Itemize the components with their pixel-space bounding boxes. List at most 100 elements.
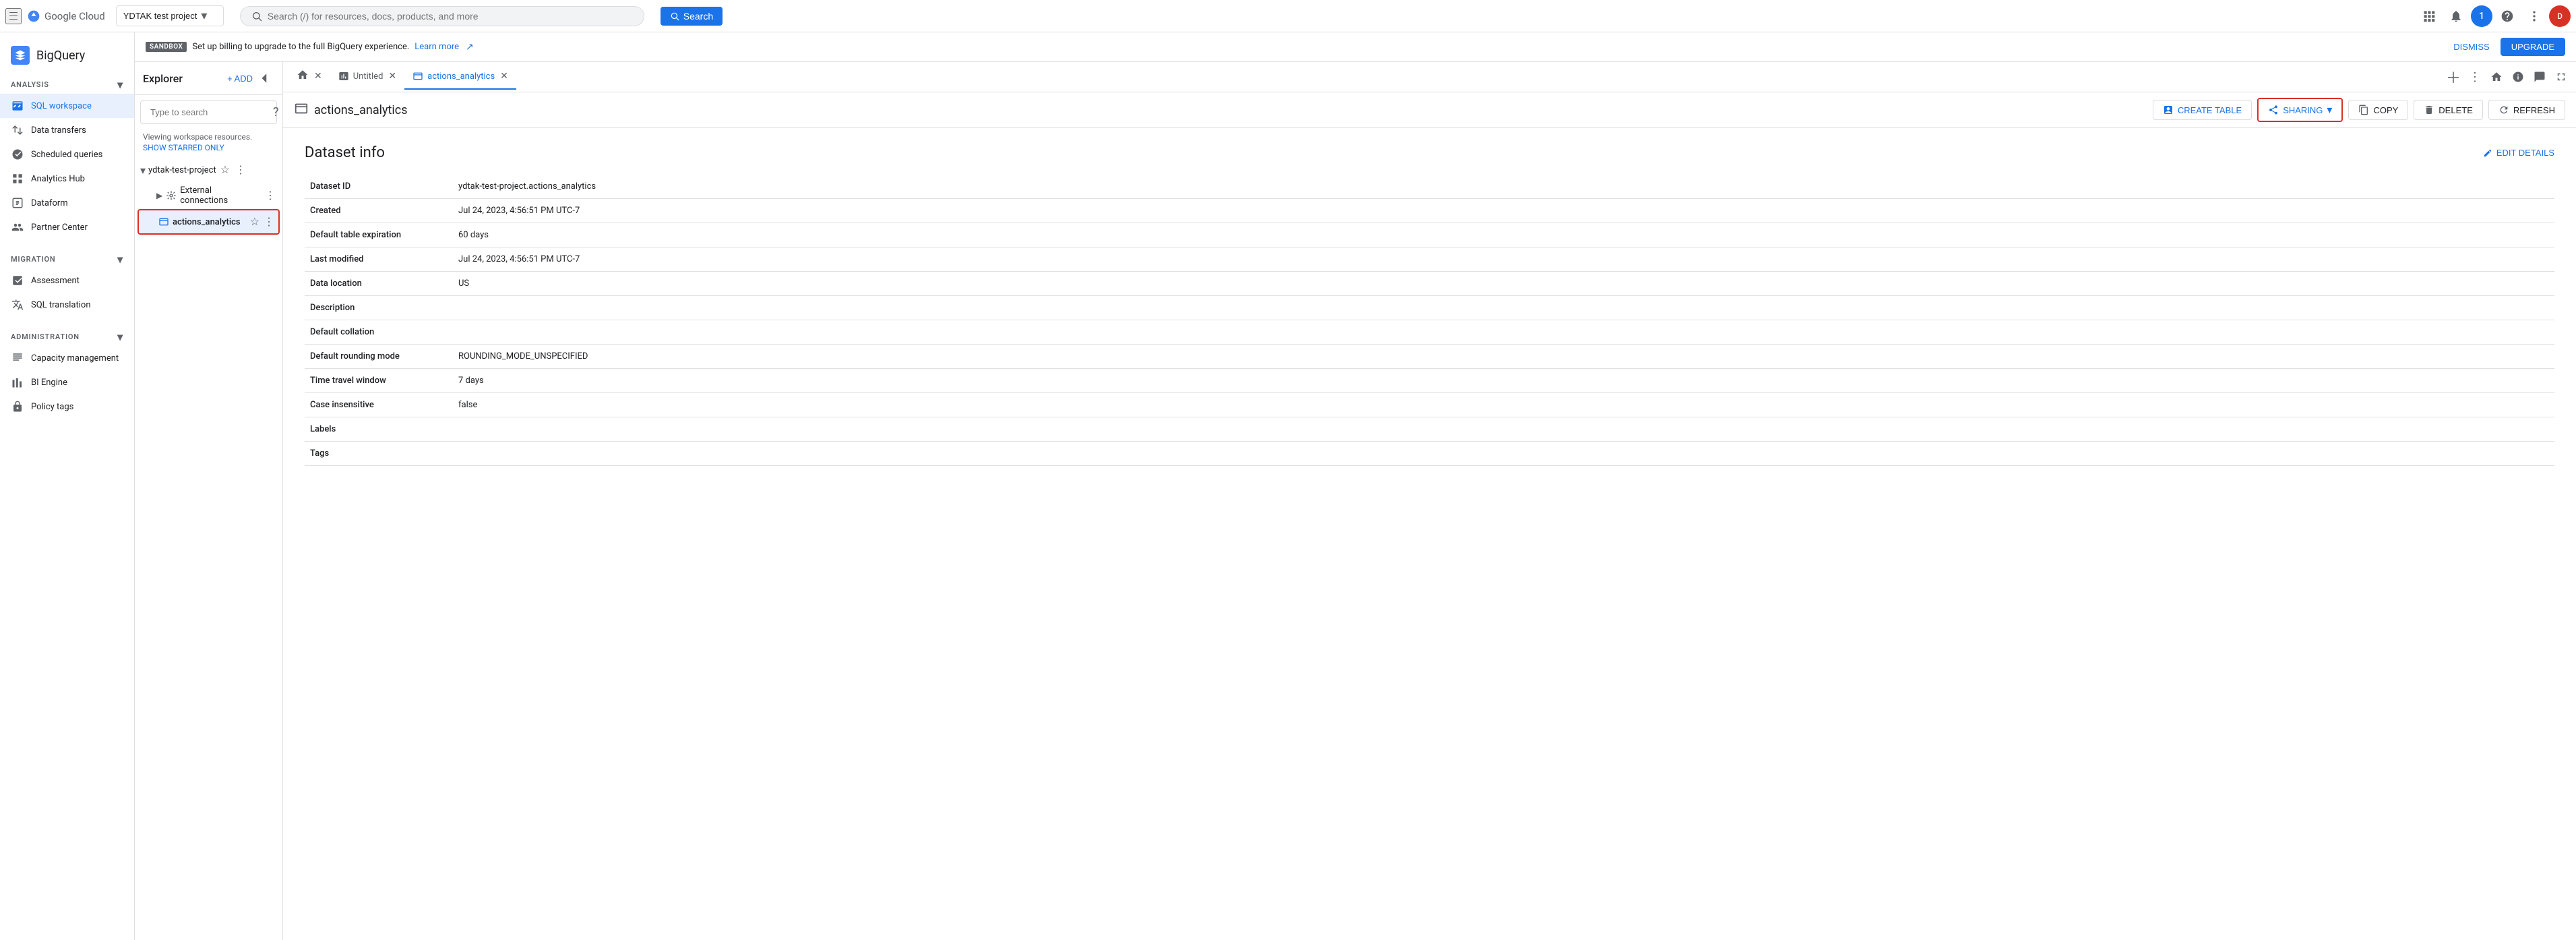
delete-btn[interactable]: DELETE: [2414, 100, 2483, 120]
bi-engine-icon: [11, 376, 24, 389]
untitled-tab-close[interactable]: ✕: [388, 71, 396, 82]
table-row: Case insensitivefalse: [305, 393, 2554, 417]
analytics-hub-label: Analytics Hub: [31, 174, 85, 184]
project-header[interactable]: ▾ ydtak-test-project ☆ ⋮: [137, 158, 280, 182]
nav-right: 1 D: [2417, 4, 2571, 28]
sandbox-banner: SANDBOX Set up billing to upgrade to the…: [135, 32, 2576, 62]
banner-message: Set up billing to upgrade to the full Bi…: [192, 42, 409, 52]
field-value: [453, 296, 2554, 320]
tree-item-actions-analytics[interactable]: actions_analytics ☆ ⋮: [137, 209, 280, 235]
global-search-input[interactable]: [268, 11, 633, 22]
app-body: BigQuery Analysis ▾ SQL workspace Data t…: [0, 32, 2576, 940]
sidebar-item-assessment[interactable]: Assessment: [0, 268, 134, 293]
field-label: Created: [305, 199, 453, 223]
explorer-panel: Explorer + ADD ?: [135, 62, 283, 940]
field-label: Default table expiration: [305, 223, 453, 247]
dataset-star-btn[interactable]: ☆: [249, 214, 261, 230]
collapse-explorer-btn[interactable]: [255, 69, 274, 88]
table-row: Default rounding modeROUNDING_MODE_UNSPE…: [305, 345, 2554, 369]
tab-home-icon-btn[interactable]: [2487, 67, 2506, 86]
field-label: Dataset ID: [305, 175, 453, 199]
tab-more-btn[interactable]: ⋮: [2465, 67, 2484, 86]
actions-analytics-tab-close[interactable]: ✕: [500, 71, 508, 82]
expand-icon: ▾: [140, 164, 146, 177]
tree-project: ▾ ydtak-test-project ☆ ⋮ ▶ External conn…: [137, 158, 280, 235]
hamburger-menu[interactable]: [5, 8, 22, 24]
field-label: Time travel window: [305, 369, 453, 393]
info-icon: [2512, 71, 2524, 83]
dataset-info-title: Dataset info: [305, 144, 385, 161]
sidebar-item-partner-center[interactable]: Partner Center: [0, 215, 134, 239]
project-dropdown-arrow: ▾: [201, 9, 207, 23]
sidebar-item-scheduled-queries[interactable]: Scheduled queries: [0, 142, 134, 167]
field-label: Data location: [305, 272, 453, 296]
dataset-content: Dataset info EDIT DETAILS Dataset IDydta…: [283, 128, 2576, 940]
apps-icon-btn[interactable]: [2417, 4, 2441, 28]
administration-collapse-btn[interactable]: ▾: [117, 330, 123, 343]
dismiss-button[interactable]: DISMISS: [2448, 38, 2494, 56]
help-icon-btn[interactable]: [2495, 4, 2519, 28]
add-button[interactable]: + ADD: [227, 74, 253, 84]
analysis-collapse-btn[interactable]: ▾: [117, 78, 123, 91]
project-selector[interactable]: YDTAK test project ▾: [116, 5, 224, 26]
search-button[interactable]: Search: [661, 7, 723, 26]
actions-analytics-tab-label: actions_analytics: [427, 71, 495, 82]
user-account-avatar[interactable]: D: [2549, 5, 2571, 27]
create-table-btn[interactable]: CREATE TABLE: [2153, 100, 2252, 120]
sidebar-item-policy-tags[interactable]: Policy tags: [0, 394, 134, 419]
tree-item-external-connections[interactable]: ▶ External connections ⋮: [137, 182, 280, 209]
sidebar-item-sql-translation[interactable]: SQL translation: [0, 293, 134, 317]
show-starred-link[interactable]: SHOW STARRED ONLY: [143, 143, 274, 152]
user-avatar[interactable]: 1: [2471, 5, 2492, 27]
explorer-search-box: ?: [140, 100, 277, 124]
search-help-icon[interactable]: ?: [273, 105, 279, 119]
notifications-icon-btn[interactable]: [2444, 4, 2468, 28]
sandbox-badge: SANDBOX: [146, 42, 187, 52]
learn-more-link[interactable]: Learn more: [415, 42, 459, 52]
bigquery-label: BigQuery: [36, 49, 85, 63]
policy-tags-icon: [11, 400, 24, 413]
explorer-header: Explorer + ADD: [135, 62, 282, 95]
dataset-label: actions_analytics: [173, 217, 246, 227]
tab-chat-btn[interactable]: [2530, 67, 2549, 86]
project-more-btn[interactable]: ⋮: [234, 162, 247, 178]
tab-expand-btn[interactable]: [2552, 67, 2571, 86]
ext-conn-more-btn[interactable]: ⋮: [264, 187, 277, 204]
analytics-hub-icon: [11, 172, 24, 185]
more-options-icon-btn[interactable]: [2522, 4, 2546, 28]
home-tab-close[interactable]: ✕: [314, 71, 322, 82]
sidebar-item-analytics-hub[interactable]: Analytics Hub: [0, 167, 134, 191]
copy-btn[interactable]: COPY: [2348, 100, 2408, 120]
table-row: Labels: [305, 417, 2554, 442]
explorer-search-input[interactable]: [150, 107, 269, 117]
data-transfers-icon: [11, 123, 24, 137]
dataform-icon: [11, 196, 24, 210]
tab-actions-analytics[interactable]: actions_analytics ✕: [404, 64, 516, 90]
dataset-more-btn[interactable]: ⋮: [262, 214, 276, 230]
create-table-icon: [2163, 105, 2174, 115]
sidebar-item-dataform[interactable]: Dataform: [0, 191, 134, 215]
refresh-btn[interactable]: REFRESH: [2488, 100, 2565, 120]
migration-collapse-btn[interactable]: ▾: [117, 253, 123, 266]
partner-center-label: Partner Center: [31, 223, 88, 233]
sidebar-item-data-transfers[interactable]: Data transfers: [0, 118, 134, 142]
tab-home-icon: [2490, 71, 2503, 83]
upgrade-button[interactable]: UPGRADE: [2501, 38, 2565, 56]
sidebar-item-bi-engine[interactable]: BI Engine: [0, 370, 134, 394]
global-search-bar: [240, 6, 644, 26]
policy-tags-label: Policy tags: [31, 402, 73, 412]
add-tab-btn[interactable]: ＋: [2444, 67, 2463, 86]
tab-actions: ＋ ⋮: [2444, 67, 2571, 86]
table-row: Last modifiedJul 24, 2023, 4:56:51 PM UT…: [305, 247, 2554, 272]
sidebar-item-capacity-management[interactable]: Capacity management: [0, 346, 134, 370]
sharing-btn[interactable]: SHARING ▾: [2257, 98, 2343, 122]
project-star-btn[interactable]: ☆: [219, 162, 231, 178]
assessment-label: Assessment: [31, 276, 80, 286]
external-connections-actions: ⋮: [264, 187, 277, 204]
edit-details-btn[interactable]: EDIT DETAILS: [2483, 148, 2554, 158]
sidebar-item-sql-workspace[interactable]: SQL workspace: [0, 94, 134, 118]
tab-home[interactable]: ✕: [288, 62, 330, 92]
table-row: Default collation: [305, 320, 2554, 345]
tab-info-btn[interactable]: [2509, 67, 2527, 86]
tab-untitled[interactable]: Untitled ✕: [330, 64, 404, 90]
